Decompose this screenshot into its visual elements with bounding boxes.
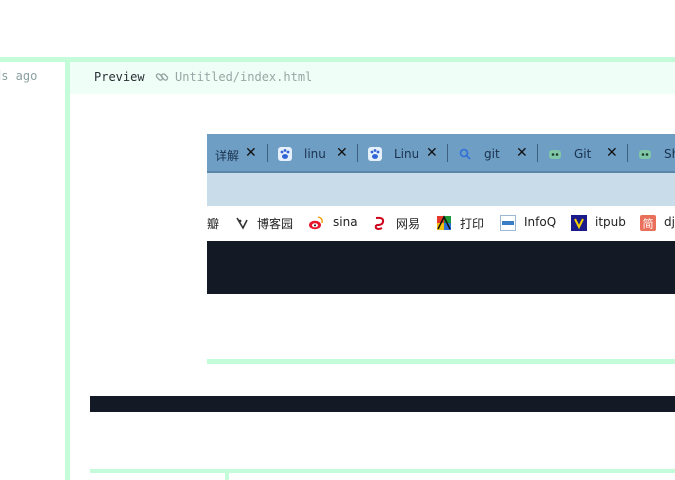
bookmark-item[interactable]: sina <box>333 215 358 229</box>
code-block-strip <box>90 396 675 412</box>
baidu-paw-icon <box>368 147 382 161</box>
bookmark-item[interactable]: dj <box>664 215 675 229</box>
close-icon[interactable]: ✕ <box>516 145 528 161</box>
baidu-paw-icon <box>278 147 292 161</box>
table-column-divider <box>225 473 229 480</box>
close-icon[interactable]: ✕ <box>606 145 618 161</box>
print-icon <box>437 215 451 230</box>
robot-icon <box>549 150 561 159</box>
preview-file-path[interactable]: Untitled/index.html <box>175 70 312 84</box>
tab-label: linux <box>304 147 326 161</box>
tab-label: Linu <box>394 147 418 161</box>
infoq-icon <box>500 215 516 231</box>
link-icon[interactable] <box>154 69 170 85</box>
browser-tab[interactable]: Linu ✕ <box>358 134 447 173</box>
search-icon <box>459 148 471 160</box>
tab-label: 详解 <box>215 149 239 163</box>
bookmark-item[interactable]: itpub <box>595 215 626 229</box>
pane-resize-divider[interactable] <box>65 62 70 480</box>
robot-icon <box>639 150 651 159</box>
close-icon[interactable]: ✕ <box>336 145 348 161</box>
tab-label: git <box>484 147 500 161</box>
jianshu-icon: 简 <box>640 215 656 231</box>
table-top-border <box>90 469 675 473</box>
browser-tab[interactable]: git ✕ <box>448 134 537 173</box>
svg-text:简: 简 <box>643 217 654 231</box>
bookmark-item[interactable]: 打印 <box>460 215 484 232</box>
address-bar[interactable] <box>207 173 675 206</box>
netease-icon <box>374 216 385 230</box>
bookmark-item[interactable]: 瓣 <box>207 215 219 232</box>
tab-label: Sh <box>664 147 675 161</box>
browser-content-dark <box>207 241 675 294</box>
close-icon[interactable]: ✕ <box>426 145 438 161</box>
browser-tab[interactable]: Git ✕ <box>538 134 627 173</box>
close-icon[interactable]: ✕ <box>245 145 257 161</box>
section-divider <box>207 359 675 364</box>
browser-tab[interactable]: Sh <box>628 134 675 173</box>
bookmark-item[interactable]: 博客园 <box>257 215 293 232</box>
browser-tab[interactable]: linux ✕ <box>268 134 357 173</box>
bookmark-item[interactable]: 网易 <box>396 215 420 232</box>
cnblogs-icon <box>236 217 248 230</box>
preview-label: Preview <box>94 70 145 84</box>
editor-left-pane[interactable] <box>0 62 65 480</box>
weibo-icon <box>309 216 323 230</box>
tab-label: Git <box>574 147 592 161</box>
bookmark-item[interactable]: InfoQ <box>524 215 556 229</box>
preview-browser-image: 详解 ✕ linux ✕ Linu ✕ git ✕ <box>207 134 675 294</box>
itpub-icon <box>571 215 587 231</box>
browser-tab[interactable]: 详解 ✕ <box>207 134 267 173</box>
save-status-text: ds ago <box>0 69 38 83</box>
